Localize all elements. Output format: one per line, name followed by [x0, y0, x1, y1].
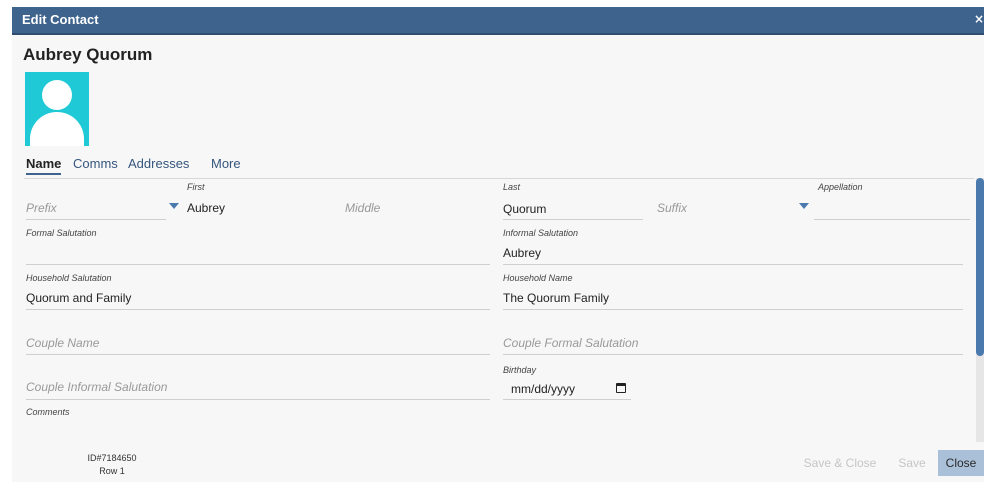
appellation-label: Appellation	[818, 182, 863, 192]
dialog-title: Edit Contact	[22, 12, 99, 27]
last-name-label: Last	[503, 182, 521, 192]
formal-salutation-label: Formal Salutation	[26, 228, 97, 238]
suffix-select[interactable]: Suffix	[657, 190, 797, 220]
informal-salutation-label: Informal Salutation	[503, 228, 579, 238]
middle-name-field[interactable]: Middle	[345, 190, 495, 220]
last-name-field[interactable]: Last Quorum	[503, 182, 643, 220]
couple-name-field[interactable]: Couple Name	[26, 325, 490, 355]
contact-name-heading: Aubrey Quorum	[23, 45, 153, 64]
edit-contact-dialog: Aubrey Quorum Name Comms Addresses More …	[12, 35, 984, 482]
household-name-underline	[503, 309, 963, 310]
first-name-field[interactable]: First Aubrey	[187, 182, 327, 220]
record-row: Row 1	[99, 466, 125, 476]
household-name-value: The Quorum Family	[503, 291, 610, 305]
household-salutation-value: Quorum and Family	[26, 291, 132, 305]
formal-salutation-field[interactable]: Formal Salutation	[26, 228, 490, 265]
close-icon[interactable]: ×	[974, 12, 984, 26]
prefix-underline	[26, 219, 166, 220]
appellation-underline	[814, 219, 970, 220]
tab-more[interactable]: More	[211, 156, 241, 171]
middle-name-placeholder: Middle	[345, 201, 381, 215]
informal-salutation-value: Aubrey	[503, 246, 542, 260]
couple-name-underline	[26, 354, 490, 355]
household-salutation-label: Household Salutation	[26, 273, 112, 283]
household-name-label: Household Name	[503, 273, 573, 283]
first-name-label: First	[187, 182, 205, 192]
couple-informal-salutation-field[interactable]: Couple Informal Salutation	[26, 369, 490, 400]
avatar-head-shape	[42, 80, 72, 110]
save-and-close-button[interactable]: Save & Close	[798, 450, 882, 476]
avatar-icon[interactable]	[25, 72, 89, 146]
household-salutation-underline	[26, 309, 490, 310]
birthday-date-input[interactable]: mm/dd/yyyy	[511, 382, 575, 396]
scrollbar-thumb[interactable]	[976, 178, 984, 356]
informal-salutation-underline	[503, 264, 963, 265]
couple-formal-salutation-field[interactable]: Couple Formal Salutation	[503, 325, 963, 355]
household-name-field[interactable]: Household Name The Quorum Family	[503, 273, 963, 310]
last-name-underline	[503, 219, 643, 220]
tabs-divider	[24, 178, 974, 179]
suffix-placeholder: Suffix	[657, 201, 688, 215]
record-info: ID#7184650 Row 1	[82, 452, 142, 478]
prefix-placeholder: Prefix	[26, 201, 57, 215]
last-name-value: Quorum	[503, 202, 547, 216]
dialog-title-bar: Edit Contact ×	[12, 7, 984, 35]
appellation-field[interactable]: Appellation	[814, 182, 970, 220]
chevron-down-icon[interactable]	[799, 203, 809, 209]
first-name-value: Aubrey	[187, 201, 226, 215]
tab-name[interactable]: Name	[26, 156, 62, 175]
comments-label: Comments	[26, 407, 70, 417]
birthday-underline	[503, 399, 631, 400]
couple-informal-salutation-placeholder: Couple Informal Salutation	[26, 380, 168, 394]
couple-name-placeholder: Couple Name	[26, 336, 100, 350]
couple-formal-salutation-placeholder: Couple Formal Salutation	[503, 336, 639, 350]
couple-formal-salutation-underline	[503, 354, 963, 355]
chevron-down-icon[interactable]	[169, 203, 179, 209]
birthday-label: Birthday	[503, 365, 537, 375]
comments-field[interactable]: Comments	[26, 407, 490, 429]
tab-comms[interactable]: Comms	[73, 156, 118, 171]
save-button[interactable]: Save	[890, 450, 934, 476]
informal-salutation-field[interactable]: Informal Salutation Aubrey	[503, 228, 963, 265]
household-salutation-field[interactable]: Household Salutation Quorum and Family	[26, 273, 490, 310]
couple-informal-salutation-underline	[26, 399, 490, 400]
birthday-field[interactable]: Birthday mm/dd/yyyy	[503, 365, 631, 400]
avatar-body-shape	[30, 112, 84, 146]
prefix-select[interactable]: Prefix	[26, 190, 166, 220]
record-id: ID#7184650	[87, 453, 137, 463]
formal-salutation-underline	[26, 264, 490, 265]
calendar-icon[interactable]	[616, 383, 626, 393]
tab-addresses[interactable]: Addresses	[128, 156, 189, 171]
close-button[interactable]: Close	[938, 450, 984, 476]
